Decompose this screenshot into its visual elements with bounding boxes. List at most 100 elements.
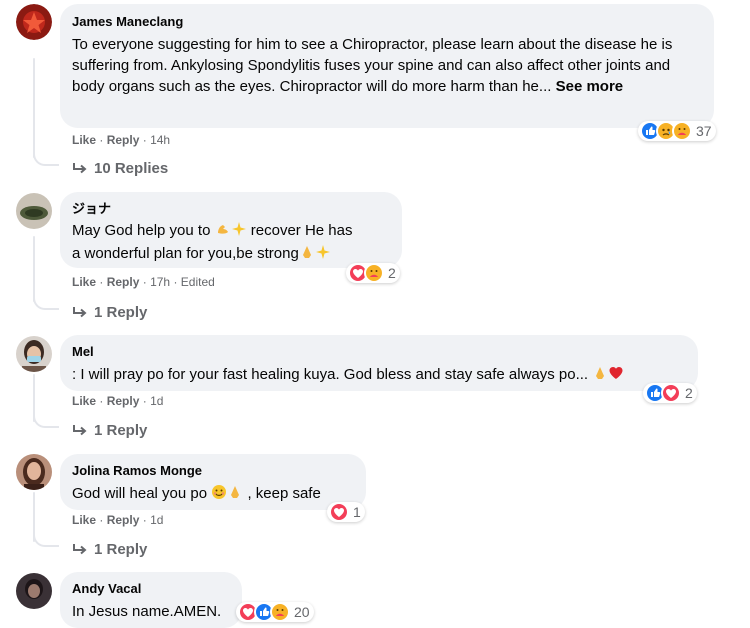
reply-arrow-icon bbox=[73, 544, 87, 555]
comment-text: In Jesus name.AMEN. bbox=[72, 601, 230, 622]
comment-text: May God help you to recover He has a won… bbox=[72, 220, 390, 266]
reply-button[interactable]: Reply bbox=[107, 275, 140, 289]
separator: · bbox=[142, 394, 147, 408]
reaction-summary[interactable]: 2 bbox=[643, 383, 697, 403]
comment-bubble: ジョナ May God help you to recover He has a… bbox=[60, 192, 402, 268]
reaction-count: 1 bbox=[353, 504, 361, 520]
red-heart-emoji bbox=[608, 365, 624, 387]
comment-author[interactable]: Andy Vacal bbox=[72, 580, 230, 597]
reaction-count: 2 bbox=[685, 385, 693, 401]
like-button[interactable]: Like bbox=[72, 275, 96, 289]
comment-body: : I will pray po for your fast healing k… bbox=[72, 366, 589, 383]
avatar[interactable] bbox=[16, 573, 52, 609]
care-icon bbox=[672, 121, 692, 141]
edited-label: Edited bbox=[180, 275, 215, 289]
thread-line bbox=[33, 236, 35, 302]
thread-connector bbox=[33, 531, 59, 547]
comment-time[interactable]: 14h bbox=[150, 133, 170, 147]
view-replies-button[interactable]: 10 Replies bbox=[72, 159, 168, 179]
reaction-summary[interactable]: 1 bbox=[327, 502, 365, 522]
sparkles-emoji bbox=[231, 221, 247, 243]
avatar[interactable] bbox=[16, 4, 52, 40]
avatar-image bbox=[16, 336, 52, 372]
comment-author[interactable]: ジョナ bbox=[72, 200, 390, 217]
comment-body: God will heal you po bbox=[72, 485, 208, 502]
reaction-summary[interactable]: 37 bbox=[638, 121, 716, 141]
comment-bubble: Mel : I will pray po for your fast heali… bbox=[60, 335, 698, 391]
comment-actions: Like · Reply · 14h bbox=[72, 132, 170, 148]
comment-body: a wonderful plan for you,be strong bbox=[72, 245, 299, 262]
reaction-count: 2 bbox=[388, 265, 396, 281]
avatar-image bbox=[16, 454, 52, 490]
love-icon bbox=[329, 502, 349, 522]
separator: · bbox=[173, 275, 178, 289]
thread-connector bbox=[33, 294, 59, 310]
replies-label: 1 Reply bbox=[94, 541, 148, 558]
reaction-count: 37 bbox=[696, 123, 712, 139]
folded-hands-emoji bbox=[299, 244, 315, 266]
see-more-link[interactable]: See more bbox=[556, 78, 624, 95]
separator: · bbox=[99, 394, 104, 408]
reply-button[interactable]: Reply bbox=[107, 394, 140, 408]
thread-connector bbox=[33, 150, 59, 166]
reply-arrow-icon bbox=[73, 425, 87, 436]
care-icon bbox=[270, 602, 290, 622]
avatar[interactable] bbox=[16, 454, 52, 490]
comment-bubble: Jolina Ramos Monge God will heal you po … bbox=[60, 454, 366, 510]
comment-author[interactable]: Mel bbox=[72, 343, 686, 360]
comment-text: God will heal you po , keep safe bbox=[72, 483, 354, 506]
avatar-image bbox=[16, 193, 52, 229]
folded-hands-emoji bbox=[227, 484, 243, 506]
reply-button[interactable]: Reply bbox=[107, 133, 140, 147]
comment-time[interactable]: 1d bbox=[150, 513, 163, 527]
separator: · bbox=[99, 513, 104, 527]
thread-line bbox=[33, 58, 35, 158]
comment-text: To everyone suggesting for him to see a … bbox=[72, 34, 702, 97]
separator: · bbox=[142, 133, 147, 147]
avatar-image bbox=[16, 4, 52, 40]
comment-author[interactable]: James Maneclang bbox=[72, 13, 702, 30]
like-button[interactable]: Like bbox=[72, 133, 96, 147]
separator: · bbox=[99, 275, 104, 289]
sparkles-emoji bbox=[315, 244, 331, 266]
comment-body: May God help you to bbox=[72, 222, 211, 239]
comment-actions: Like · Reply · 1d bbox=[72, 512, 163, 528]
separator: · bbox=[142, 275, 147, 289]
folded-hands-emoji bbox=[592, 365, 608, 387]
reaction-summary[interactable]: 2 bbox=[346, 263, 400, 283]
separator: · bbox=[99, 133, 104, 147]
avatar-image bbox=[16, 573, 52, 609]
care-icon bbox=[364, 263, 384, 283]
smiling-face-emoji bbox=[211, 484, 227, 506]
comment-time[interactable]: 17h bbox=[150, 275, 170, 289]
comment-text: : I will pray po for your fast healing k… bbox=[72, 364, 686, 387]
comment-body: recover He has bbox=[250, 222, 353, 239]
comment-bubble: James Maneclang To everyone suggesting f… bbox=[60, 4, 714, 128]
comment-actions: Like · Reply · 17h · Edited bbox=[72, 274, 215, 290]
avatar[interactable] bbox=[16, 193, 52, 229]
reaction-summary[interactable]: 20 bbox=[236, 602, 314, 622]
comment-actions: Like · Reply · 1d bbox=[72, 393, 163, 409]
love-icon bbox=[661, 383, 681, 403]
replies-label: 1 Reply bbox=[94, 422, 148, 439]
avatar[interactable] bbox=[16, 336, 52, 372]
view-replies-button[interactable]: 1 Reply bbox=[72, 421, 147, 441]
replies-label: 1 Reply bbox=[94, 304, 148, 321]
thread-connector bbox=[33, 412, 59, 428]
like-button[interactable]: Like bbox=[72, 513, 96, 527]
like-button[interactable]: Like bbox=[72, 394, 96, 408]
comment-time[interactable]: 1d bbox=[150, 394, 163, 408]
reply-arrow-icon bbox=[73, 307, 87, 318]
flexed-biceps-emoji bbox=[215, 221, 231, 243]
reply-button[interactable]: Reply bbox=[107, 513, 140, 527]
comment-body: , keep safe bbox=[247, 485, 321, 502]
separator: · bbox=[142, 513, 147, 527]
comment-bubble: Andy Vacal In Jesus name.AMEN. bbox=[60, 572, 242, 628]
replies-label: 10 Replies bbox=[94, 160, 169, 177]
reply-arrow-icon bbox=[73, 163, 87, 174]
view-replies-button[interactable]: 1 Reply bbox=[72, 303, 147, 323]
reaction-count: 20 bbox=[294, 604, 310, 620]
comment-author[interactable]: Jolina Ramos Monge bbox=[72, 462, 354, 479]
view-replies-button[interactable]: 1 Reply bbox=[72, 540, 147, 560]
comment-body: In Jesus name.AMEN. bbox=[72, 603, 222, 620]
